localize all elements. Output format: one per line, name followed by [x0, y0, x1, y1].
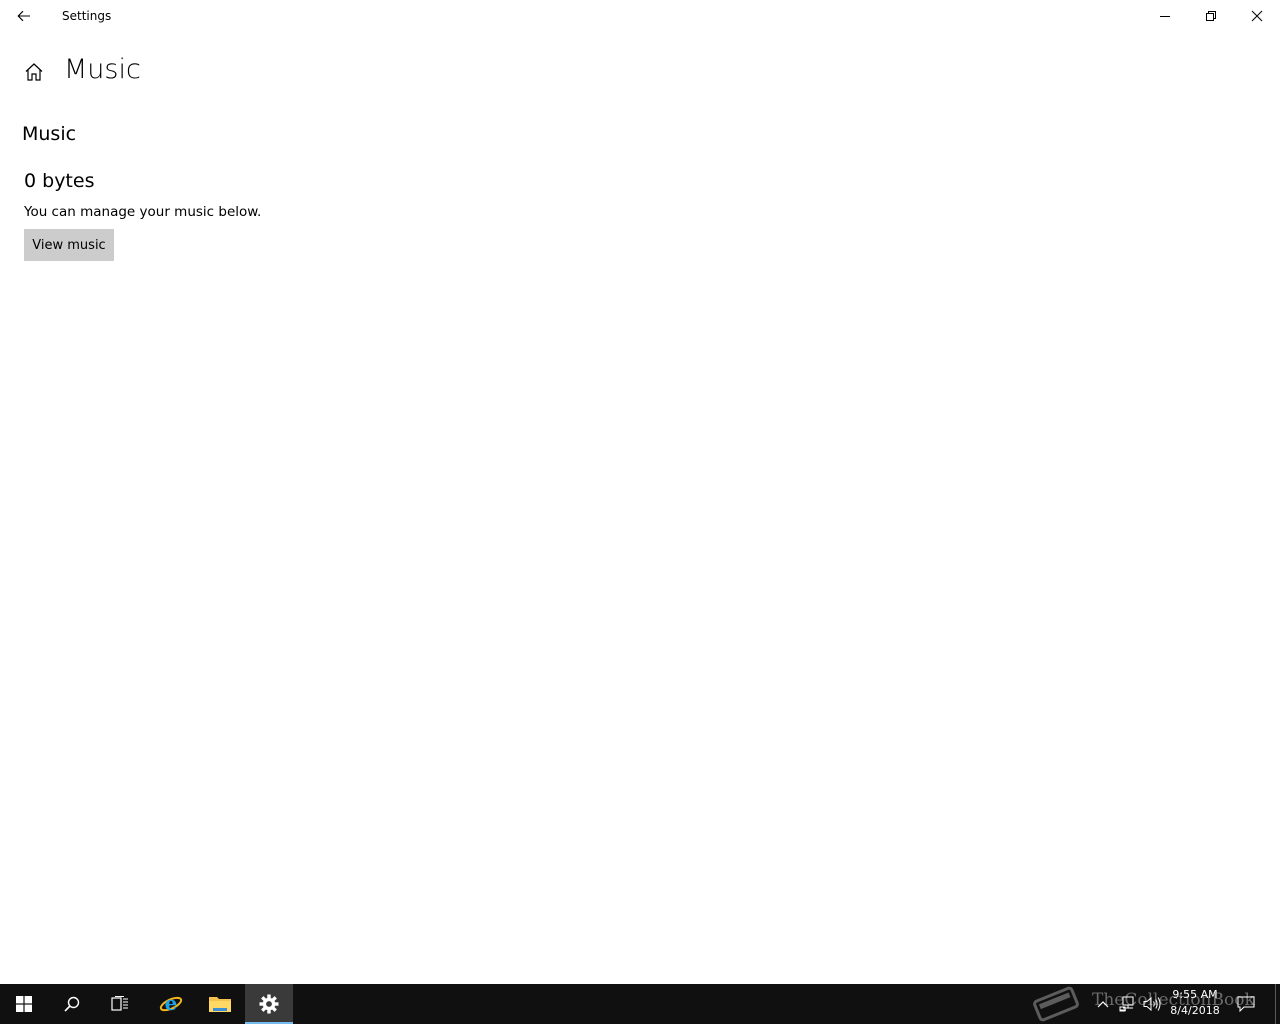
restore-icon: [1206, 11, 1216, 21]
settings-window: Settings Music Music 0 bytes You can man…: [0, 0, 1280, 984]
description-text: You can manage your music below.: [24, 204, 262, 220]
back-arrow-icon: [17, 10, 30, 22]
close-button[interactable]: [1234, 0, 1280, 32]
close-icon: [1251, 10, 1263, 22]
internet-explorer-button[interactable]: e: [147, 984, 195, 1024]
minimize-button[interactable]: [1142, 0, 1188, 32]
show-desktop-button[interactable]: [1275, 984, 1276, 1024]
home-icon: [25, 63, 43, 81]
restore-button[interactable]: [1188, 0, 1234, 32]
windows-logo-icon: [16, 996, 32, 1012]
storage-size: 0 bytes: [24, 170, 95, 192]
search-button[interactable]: [48, 984, 96, 1024]
action-center-button[interactable]: [1236, 994, 1256, 1014]
clock[interactable]: 9:55 AM 8/4/2018: [1166, 987, 1224, 1019]
back-button[interactable]: [8, 0, 40, 32]
show-hidden-icons-button[interactable]: [1094, 994, 1112, 1014]
notification-icon: [1237, 996, 1255, 1012]
title-bar: Settings: [0, 0, 1280, 32]
gear-icon: [259, 994, 279, 1014]
home-button[interactable]: [22, 60, 46, 84]
clock-time: 9:55 AM: [1172, 988, 1218, 1001]
volume-tray-button[interactable]: [1142, 994, 1162, 1014]
file-explorer-button[interactable]: [196, 984, 244, 1024]
settings-taskbar-button[interactable]: [245, 984, 293, 1024]
section-title: Music: [22, 123, 77, 145]
taskbar: e TheCollectionBook 9:55 AM 8/4/2018: [0, 984, 1280, 1024]
clock-date: 8/4/2018: [1170, 1004, 1220, 1017]
task-view-button[interactable]: [96, 984, 144, 1024]
search-icon: [64, 996, 80, 1012]
watermark-book-icon: [1030, 984, 1082, 1024]
svg-text:e: e: [165, 992, 178, 1015]
chevron-up-icon: [1097, 1001, 1109, 1008]
network-icon: [1119, 996, 1134, 1012]
task-view-icon: [111, 996, 128, 1011]
internet-explorer-icon: e: [159, 992, 183, 1015]
folder-icon: [209, 997, 231, 1012]
window-title: Settings: [62, 9, 112, 23]
page-title: Music: [64, 54, 141, 85]
view-music-button[interactable]: View music: [24, 229, 114, 261]
start-button[interactable]: [0, 984, 48, 1024]
volume-icon: [1143, 996, 1161, 1012]
network-tray-button[interactable]: [1118, 994, 1136, 1014]
minimize-icon: [1160, 16, 1170, 17]
